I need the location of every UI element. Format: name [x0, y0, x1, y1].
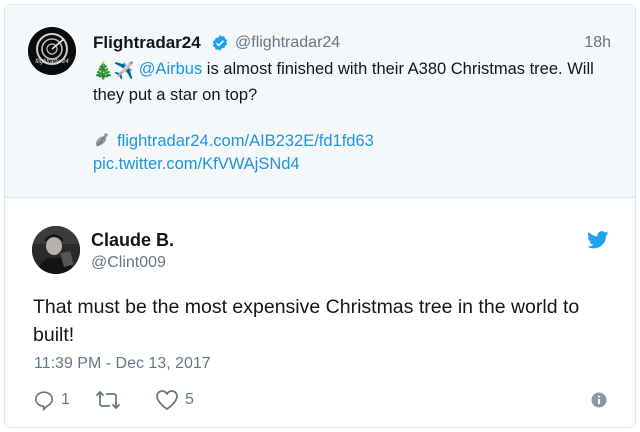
parent-tweet-text: 🎄✈️ @Airbus is almost finished with thei… — [93, 57, 613, 107]
flight-link[interactable]: flightradar24.com/AIB232E/fd1fd63 — [93, 131, 374, 151]
flightradar24-avatar[interactable]: flightradar24 — [28, 27, 76, 75]
reply-action[interactable]: 1 — [33, 389, 70, 411]
like-action[interactable]: 5 — [155, 389, 194, 411]
tweet-embed-card: flightradar24 Flightradar24 @flightradar… — [4, 4, 636, 428]
parent-timestamp[interactable]: 18h — [584, 34, 611, 52]
tree-airplane-emoji: 🎄✈️ — [93, 62, 135, 80]
like-heart-icon — [156, 390, 178, 411]
like-count: 5 — [185, 391, 194, 408]
reply-handle[interactable]: @Clint009 — [91, 254, 166, 272]
satellite-dish-icon — [95, 133, 108, 147]
reply-tweet-text: That must be the most expensive Christma… — [33, 296, 580, 346]
pic-link[interactable]: pic.twitter.com/KfVWAjSNd4 — [93, 155, 300, 174]
reply-display-name[interactable]: Claude B. — [91, 230, 174, 251]
reply-icon — [34, 391, 54, 411]
verified-badge-icon — [212, 35, 228, 51]
airbus-mention-link[interactable]: @Airbus — [139, 60, 203, 78]
parent-display-name[interactable]: Flightradar24 — [93, 33, 201, 53]
claude-b-avatar[interactable] — [32, 226, 80, 274]
reply-count: 1 — [61, 391, 70, 408]
flight-link-text[interactable]: flightradar24.com/AIB232E/fd1fd63 — [117, 132, 374, 150]
twitter-bird-icon[interactable] — [587, 231, 609, 249]
reply-timestamp[interactable]: 11:39 PM - Dec 13, 2017 — [34, 355, 211, 373]
parent-handle[interactable]: @flightradar24 — [235, 34, 340, 52]
retweet-action[interactable] — [95, 389, 121, 411]
avatar-logo-text: flightradar24 — [35, 59, 69, 65]
info-icon[interactable] — [591, 392, 607, 408]
retweet-icon — [95, 390, 121, 410]
parent-tweet[interactable]: flightradar24 Flightradar24 @flightradar… — [5, 5, 635, 198]
